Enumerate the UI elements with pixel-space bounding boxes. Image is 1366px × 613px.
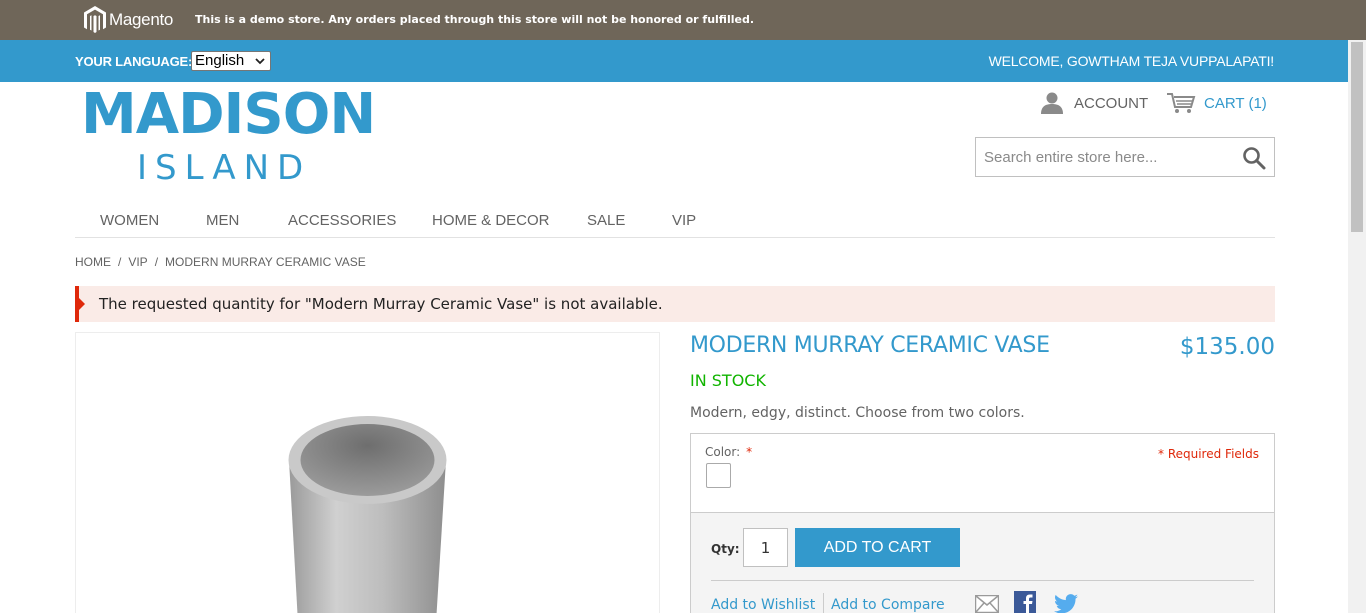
facebook-icon[interactable] — [1014, 591, 1036, 613]
magento-logo: Magento — [84, 5, 173, 35]
site-logo-madison[interactable]: MADISON — [81, 82, 376, 147]
email-icon[interactable] — [975, 595, 999, 613]
product-image[interactable] — [75, 332, 660, 613]
nav-item-men[interactable]: MEN — [206, 212, 239, 229]
cart-icon — [1167, 93, 1196, 113]
color-swatch[interactable] — [706, 463, 731, 488]
search-input[interactable] — [976, 138, 1238, 176]
top-bar: YOUR LANGUAGE: English WELCOME, GOWTHAM … — [0, 40, 1348, 82]
search-icon[interactable] — [1242, 146, 1266, 170]
required-fields-note: * Required Fields — [1158, 447, 1259, 461]
nav-item-sale[interactable]: SALE — [587, 212, 625, 229]
product-name: MODERN MURRAY CERAMIC VASE — [690, 333, 1050, 358]
account-label: ACCOUNT — [1074, 94, 1149, 112]
product-short-description: Modern, edgy, distinct. Choose from two … — [690, 405, 1025, 421]
language-label: YOUR LANGUAGE: — [75, 54, 193, 69]
scrollbar-thumb[interactable] — [1351, 42, 1363, 232]
qty-input[interactable] — [743, 528, 788, 567]
account-icon — [1041, 92, 1063, 114]
error-message-box: The requested quantity for "Modern Murra… — [75, 286, 1275, 322]
add-to-compare-link[interactable]: Add to Compare — [831, 597, 945, 613]
product-options: Color: * * Required Fields — [690, 433, 1275, 512]
add-to-cart-box: Qty: ADD TO CART Add to Wishlist Add to … — [690, 512, 1275, 613]
breadcrumb-home[interactable]: HOME — [75, 255, 111, 269]
welcome-message: WELCOME, GOWTHAM TEJA VUPPALAPATI! — [988, 53, 1275, 69]
site-logo-island[interactable]: ISLAND — [137, 148, 311, 188]
account-link[interactable]: ACCOUNT — [1040, 92, 1148, 114]
stock-status: IN STOCK — [690, 371, 766, 390]
vase-image — [288, 416, 447, 613]
nav-item-women[interactable]: WOMEN — [100, 212, 159, 229]
demo-notice-text: This is a demo store. Any orders placed … — [195, 13, 755, 26]
cart-label: CART (1) — [1204, 94, 1267, 112]
color-label-text: Color: — [705, 445, 741, 459]
magento-icon — [84, 6, 106, 33]
main-nav: WOMEN MEN ACCESSORIES HOME & DECOR SALE … — [75, 202, 1275, 238]
add-to-wishlist-link[interactable]: Add to Wishlist — [711, 597, 815, 613]
chevron-down-icon — [255, 58, 265, 65]
breadcrumb-separator: / — [154, 255, 159, 269]
add-to-cart-button[interactable]: ADD TO CART — [795, 528, 960, 567]
page-scrollbar[interactable] — [1348, 40, 1366, 613]
required-star: * — [746, 445, 753, 459]
breadcrumb-vip[interactable]: VIP — [128, 255, 147, 269]
search-box — [975, 137, 1275, 177]
twitter-icon[interactable] — [1054, 594, 1078, 613]
language-selected-value: English — [195, 52, 245, 69]
magento-brand-text: Magento — [109, 10, 174, 29]
link-separator — [823, 593, 824, 613]
error-message-text: The requested quantity for "Modern Murra… — [99, 295, 663, 313]
qty-label: Qty: — [711, 542, 740, 556]
nav-item-vip[interactable]: VIP — [672, 212, 696, 229]
demo-notice-bar: Magento This is a demo store. Any orders… — [0, 0, 1366, 40]
breadcrumb-separator: / — [118, 255, 122, 269]
cart-link[interactable]: CART (1) — [1166, 92, 1267, 114]
error-arrow-icon — [78, 297, 85, 311]
product-price: $135.00 — [1179, 334, 1275, 360]
divider — [711, 580, 1254, 581]
color-label: Color: * — [705, 445, 752, 459]
nav-item-home-decor[interactable]: HOME & DECOR — [432, 212, 550, 229]
breadcrumb: HOME / VIP / MODERN MURRAY CERAMIC VASE — [75, 255, 366, 269]
breadcrumb-current: MODERN MURRAY CERAMIC VASE — [165, 255, 366, 269]
language-select[interactable]: English — [191, 51, 271, 71]
nav-item-accessories[interactable]: ACCESSORIES — [288, 212, 396, 229]
